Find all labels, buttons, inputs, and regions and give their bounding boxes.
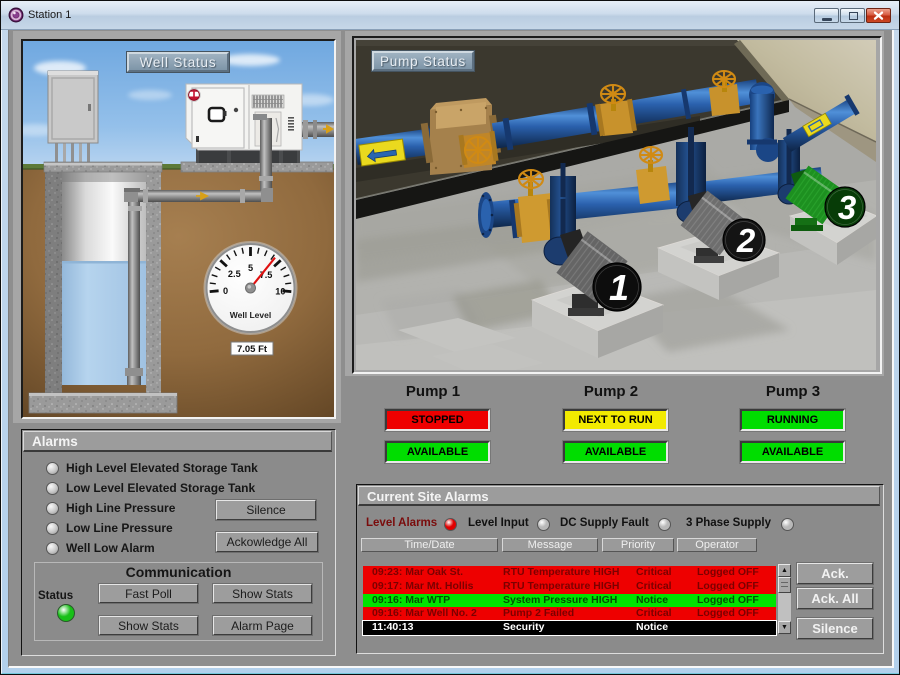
svg-text:2: 2 (736, 222, 756, 259)
svg-text:3: 3 (838, 189, 856, 226)
svg-text:10: 10 (275, 287, 285, 297)
svg-text:2.5: 2.5 (228, 269, 241, 279)
svg-text:1: 1 (609, 267, 629, 308)
svg-text:0: 0 (223, 286, 228, 296)
svg-text:Well Level: Well Level (230, 310, 271, 320)
svg-text:5: 5 (248, 263, 253, 273)
svg-text:7.05 Ft: 7.05 Ft (237, 344, 268, 355)
